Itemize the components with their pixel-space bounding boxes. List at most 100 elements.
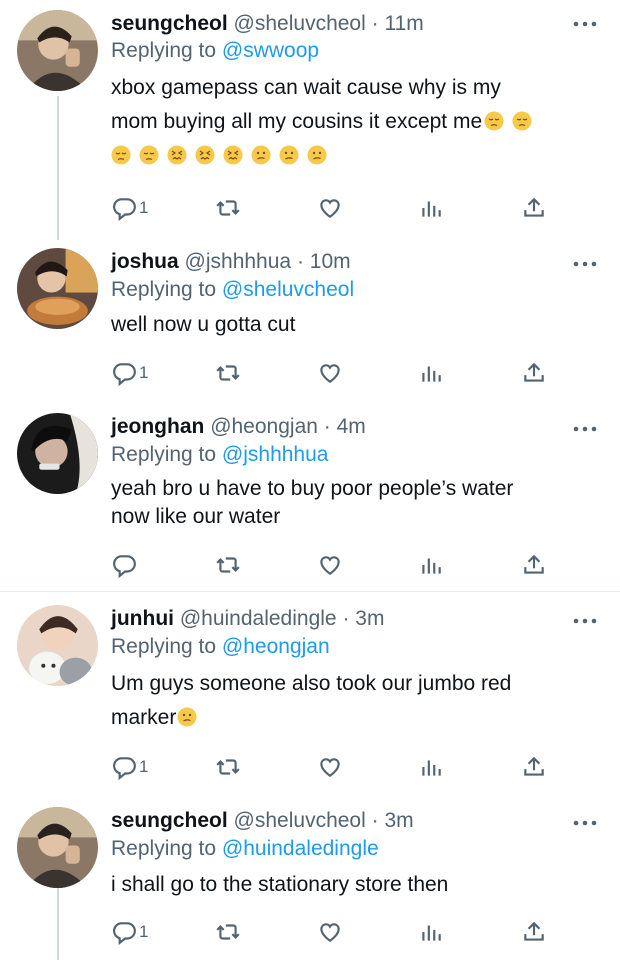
tweet-line: mom buying all my cousins it except me [111,105,591,139]
share-button[interactable] [521,752,547,782]
confused-face-emoji [177,707,197,727]
separator: · [296,250,304,273]
share-button[interactable] [521,358,547,388]
avatar[interactable] [17,248,98,329]
reply-icon [111,919,137,945]
like-icon [317,360,343,386]
more-icon[interactable] [572,421,598,432]
confused-face-emoji [307,145,327,165]
replying-to-handle[interactable]: @jshhhhua [222,443,329,466]
avatar[interactable] [17,807,98,888]
reply-button[interactable]: 1 [111,752,148,782]
replying-to-handle[interactable]: @huindaledingle [222,837,379,860]
timestamp[interactable]: 10m [310,250,351,273]
timestamp[interactable]: 4m [337,415,366,438]
tweet-header: seungcheol @sheluvcheol · 3m [111,808,414,834]
replying-to: Replying to @jshhhhua [111,442,328,468]
share-button[interactable] [521,193,547,223]
reply-button[interactable]: 1 [111,358,148,388]
avatar[interactable] [17,605,98,686]
share-icon [521,360,547,386]
replying-to: Replying to @swwoop [111,38,319,64]
retweet-button[interactable] [215,193,241,223]
replying-to-handle[interactable]: @heongjan [222,635,330,658]
user-handle[interactable]: @huindaledingle [180,607,337,630]
share-icon [521,754,547,780]
retweet-icon [215,919,241,945]
share-icon [521,195,547,221]
analytics-icon [418,552,444,578]
replying-to-handle[interactable]: @swwoop [222,39,319,62]
more-icon[interactable] [572,16,598,27]
replying-label: Replying to [111,635,217,658]
timestamp[interactable]: 3m [384,809,413,832]
like-button[interactable] [317,752,343,782]
retweet-icon [215,195,241,221]
display-name[interactable]: seungcheol [111,12,228,35]
display-name[interactable]: seungcheol [111,809,228,832]
user-handle[interactable]: @sheluvcheol [234,809,366,832]
user-handle[interactable]: @heongjan [210,415,318,438]
tweet-actions: 1 [111,358,551,388]
tweet-line-text: mom buying all my cousins it except me [111,110,483,133]
retweet-button[interactable] [215,550,241,580]
replying-to: Replying to @heongjan [111,634,330,660]
timestamp[interactable]: 11m [384,12,423,35]
replying-to: Replying to @sheluvcheol [111,277,354,303]
display-name[interactable]: joshua [111,250,179,273]
reply-count: 1 [139,922,149,941]
emoji-line [111,139,591,173]
analytics-button[interactable] [418,358,444,388]
like-icon [317,754,343,780]
tweet-text: yeah bro u have to buy poor people’s wat… [111,475,591,531]
replying-label: Replying to [111,443,217,466]
user-handle[interactable]: @sheluvcheol [234,12,366,35]
share-button[interactable] [521,550,547,580]
tweet-line: well now u gotta cut [111,313,296,336]
tweet-text: xbox gamepass can wait cause why is my m… [111,71,591,173]
analytics-button[interactable] [418,917,444,947]
like-icon [317,195,343,221]
more-icon[interactable] [572,256,598,267]
like-button[interactable] [317,358,343,388]
replying-label: Replying to [111,278,217,301]
analytics-button[interactable] [418,752,444,782]
avatar[interactable] [17,10,98,91]
like-button[interactable] [317,550,343,580]
confused-face-emoji [251,145,271,165]
reply-icon [111,360,137,386]
confused-face-emoji [279,145,299,165]
separator: · [323,415,331,438]
retweet-button[interactable] [215,358,241,388]
tweet-header: joshua @jshhhhua · 10m [111,249,351,275]
share-button[interactable] [521,917,547,947]
retweet-icon [215,754,241,780]
analytics-button[interactable] [418,193,444,223]
reply-button[interactable] [111,550,139,580]
avatar[interactable] [17,413,98,494]
like-button[interactable] [317,917,343,947]
retweet-icon [215,552,241,578]
display-name[interactable]: jeonghan [111,415,204,438]
analytics-button[interactable] [418,550,444,580]
more-icon[interactable] [572,613,598,624]
retweet-button[interactable] [215,917,241,947]
like-icon [317,919,343,945]
reply-button[interactable]: 1 [111,193,148,223]
reply-button[interactable]: 1 [111,917,148,947]
share-icon [521,919,547,945]
analytics-icon [418,195,444,221]
tweet-line: now like our water [111,505,281,528]
more-icon[interactable] [572,815,598,826]
retweet-button[interactable] [215,752,241,782]
tweet-text: Um guys someone also took our jumbo red … [111,667,591,735]
replying-to-handle[interactable]: @sheluvcheol [222,278,354,301]
like-button[interactable] [317,193,343,223]
tweet-actions: 1 [111,752,551,782]
display-name[interactable]: junhui [111,607,174,630]
user-handle[interactable]: @jshhhhua [185,250,292,273]
tweet-actions: 1 [111,917,551,947]
pensive-face-emoji [512,111,532,131]
timestamp[interactable]: 3m [355,607,384,630]
tweet-line: i shall go to the stationary store then [111,873,449,896]
